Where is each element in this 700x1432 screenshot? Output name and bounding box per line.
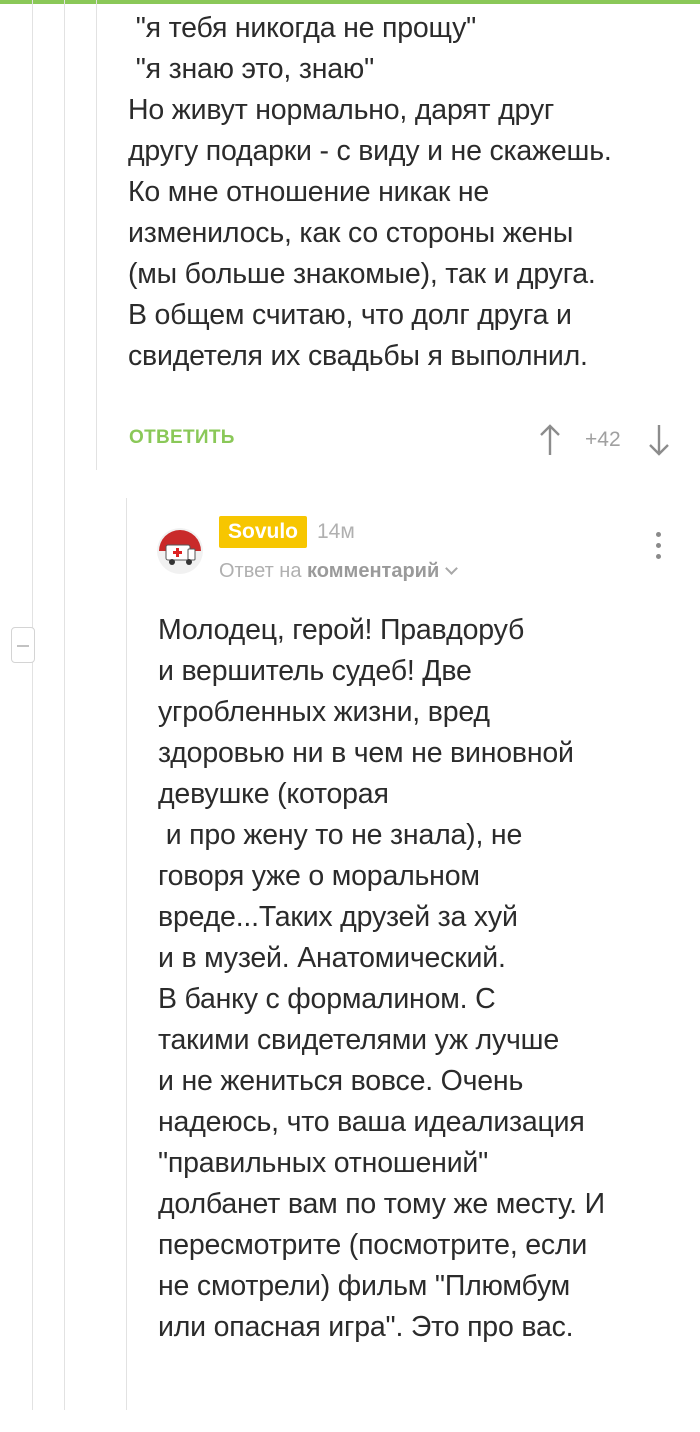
comment-line: В общем считаю, что долг друга и — [128, 299, 572, 331]
comment-line: Но живут нормально, дарят друг — [128, 94, 555, 126]
username-badge[interactable]: Sovulo — [219, 516, 308, 548]
top-accent-bar — [0, 0, 700, 4]
comment-line: "я тебя никогда не прощу" — [128, 12, 477, 44]
collapse-thread-button[interactable] — [11, 627, 35, 663]
comment-line: и в музей. Анатомический. — [158, 942, 506, 974]
comment-line: долбанет вам по тому же месту. И — [158, 1188, 605, 1220]
comment-line: и вершитель судеб! Две — [158, 655, 472, 687]
more-vertical-icon[interactable] — [650, 532, 666, 568]
comment-line: такими свидетелями уж лучше — [158, 1024, 559, 1056]
comment-line: Молодец, герой! Правдоруб — [158, 614, 525, 646]
comment-line: пересмотрите (посмотрите, если — [158, 1229, 588, 1261]
comment-line: (мы больше знакомые), так и друга. — [128, 258, 596, 290]
comment-line: В банку с формалином. С — [158, 983, 496, 1015]
reply-comment-body: Молодец, герой! Правдоруб и вершитель су… — [158, 610, 688, 1348]
comment-line: говоря уже о моральном — [158, 860, 480, 892]
chevron-down-icon — [445, 562, 459, 575]
thread-line — [32, 0, 33, 1410]
comment-line: угробленных жизни, вред — [158, 696, 490, 728]
thread-line — [96, 0, 97, 470]
parent-comment-body: "я тебя никогда не прощу" "я знаю это, з… — [128, 8, 688, 377]
comment-line: свидетеля их свадьбы я выполнил. — [128, 340, 588, 372]
comment-line: другу подарки - с виду и не скажешь. — [128, 135, 612, 167]
reply-to-target: комментарий — [307, 560, 440, 582]
thread-line — [64, 0, 65, 1410]
comment-timestamp: 14м — [317, 520, 355, 543]
reply-to-link[interactable]: Ответ на комментарий — [219, 560, 459, 583]
comment-line: здоровью ни в чем не виновной — [158, 737, 574, 769]
comment-line: и не жениться вовсе. Очень — [158, 1065, 524, 1097]
reply-button[interactable]: ОТВЕТИТЬ — [129, 427, 235, 449]
thread-line — [126, 498, 127, 1410]
reply-to-prefix: Ответ на — [219, 560, 302, 582]
comment-line: надеюсь, что ваша идеализация — [158, 1106, 585, 1138]
rating-count: +42 — [585, 428, 621, 451]
comment-line: изменилось, как со стороны жены — [128, 217, 574, 249]
comment-line: не смотрели) фильм "Плюмбум — [158, 1270, 571, 1302]
comment-line: Ко мне отношение никак не — [128, 176, 490, 208]
comment-line: "правильных отношений" — [158, 1147, 489, 1179]
comment-line: или опасная игра". Это про вас. — [158, 1311, 574, 1343]
ambulance-avatar-icon[interactable] — [157, 528, 203, 574]
comment-line: вреде...Таких друзей за хуй — [158, 901, 518, 933]
arrow-up-icon[interactable] — [538, 422, 562, 458]
arrow-down-icon[interactable] — [647, 422, 671, 458]
comment-line: и про жену то не знала), не — [158, 819, 523, 851]
comment-line: "я знаю это, знаю" — [128, 53, 375, 85]
comment-line: девушке (которая — [158, 778, 389, 810]
